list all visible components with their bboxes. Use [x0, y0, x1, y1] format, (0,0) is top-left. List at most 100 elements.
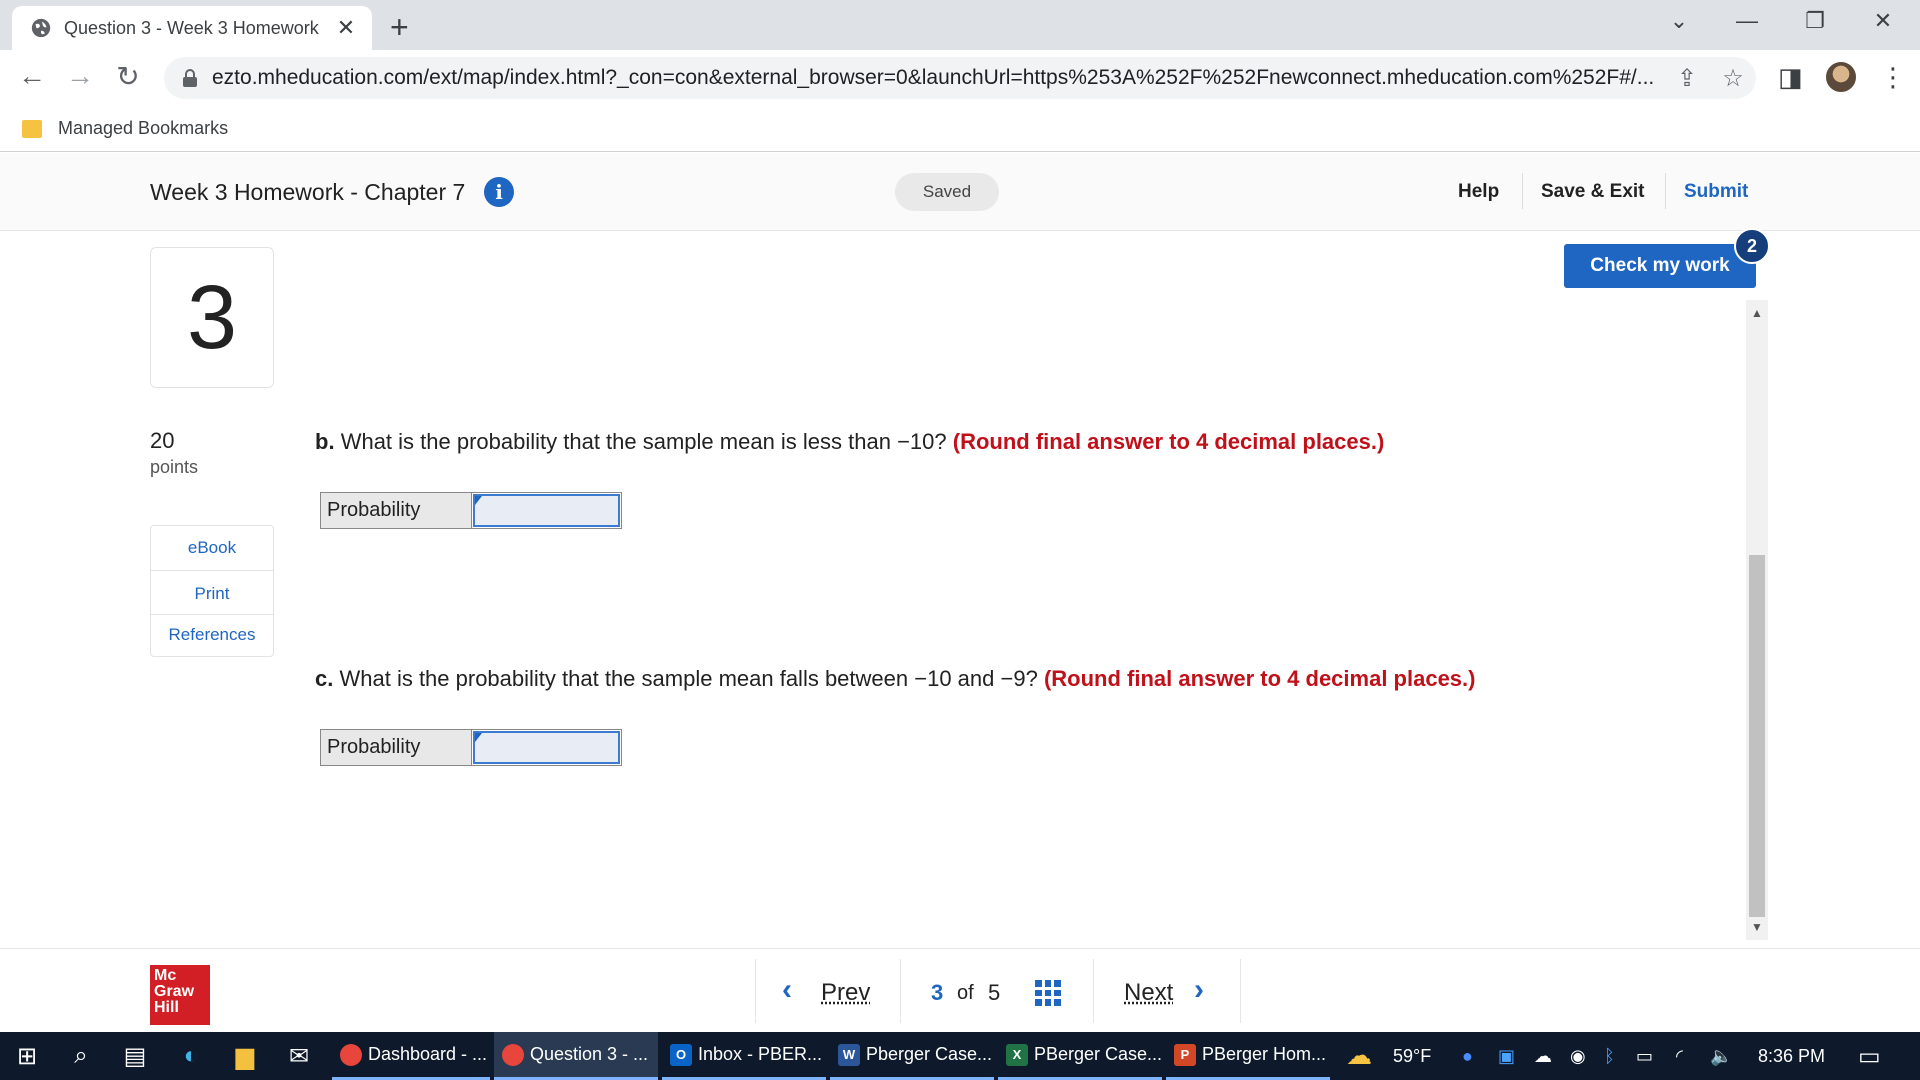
close-window-icon[interactable]: ✕: [1858, 8, 1908, 34]
logo-line: Hill: [154, 999, 179, 1016]
answer-label: Probability: [321, 493, 472, 528]
rounding-instruction: (Round final answer to 4 decimal places.…: [952, 429, 1385, 454]
ebook-link[interactable]: eBook: [151, 538, 273, 558]
tab-search-icon[interactable]: ⌄: [1654, 8, 1704, 34]
battery-icon[interactable]: ▭: [1636, 1046, 1653, 1067]
resource-links: eBook Print References: [150, 525, 274, 657]
assignment-footer: Mc Graw Hill ‹ Prev 3 of 5 Next ›: [0, 948, 1920, 1032]
saved-status: Saved: [895, 173, 999, 211]
page-of: of: [957, 982, 974, 1004]
grid-icon[interactable]: [1035, 980, 1061, 1006]
minimize-icon[interactable]: —: [1722, 8, 1772, 34]
windows-taskbar: ⊞ ⌕ ▤ ◐ ▆ ✉ Dashboard - ... Question 3 -…: [0, 1032, 1920, 1080]
edge-icon[interactable]: ◐: [176, 1042, 206, 1070]
chevron-left-icon[interactable]: ‹: [782, 973, 792, 1007]
browser-tab-strip: Question 3 - Week 3 Homework ✕ + ⌄ — ❐ ✕: [0, 0, 1920, 50]
taskbar-label: Inbox - PBER...: [698, 1044, 823, 1064]
share-icon[interactable]: ⇪: [1664, 64, 1710, 93]
scroll-up-icon[interactable]: ▲: [1749, 306, 1765, 320]
chevron-right-icon[interactable]: ›: [1194, 973, 1204, 1007]
more-vert-icon[interactable]: ⋮: [1880, 62, 1906, 93]
part-letter: b.: [315, 429, 335, 454]
weather-icon[interactable]: ☁: [1346, 1040, 1372, 1071]
address-bar[interactable]: ezto.mheducation.com/ext/map/index.html?…: [164, 57, 1756, 99]
bluetooth-icon[interactable]: ᛒ: [1604, 1046, 1615, 1067]
clock[interactable]: 8:36 PM: [1758, 1046, 1825, 1067]
marker-icon: [475, 733, 482, 742]
chrome-icon: [502, 1043, 524, 1066]
folder-icon: [22, 119, 42, 138]
taskbar-item-excel[interactable]: X PBerger Case...: [998, 1032, 1162, 1080]
taskbar-item-inbox[interactable]: O Inbox - PBER...: [662, 1032, 826, 1080]
chrome-icon: [340, 1043, 362, 1066]
part-text: What is the probability that the sample …: [339, 666, 1038, 691]
logo-line: Mc: [154, 967, 177, 984]
zoom-icon[interactable]: ●: [1462, 1046, 1473, 1067]
probability-input-c[interactable]: [473, 731, 620, 764]
part-letter: c.: [315, 666, 334, 691]
notifications-icon[interactable]: ▭: [1858, 1042, 1881, 1071]
task-view-icon[interactable]: ▤: [120, 1042, 150, 1071]
info-icon[interactable]: i: [484, 177, 514, 207]
save-exit-link[interactable]: Save & Exit: [1541, 181, 1645, 203]
taskbar-item-word[interactable]: W Pberger Case...: [830, 1032, 994, 1080]
file-explorer-icon[interactable]: ▆: [230, 1042, 260, 1071]
taskbar-item-dashboard[interactable]: Dashboard - ...: [332, 1032, 490, 1080]
wifi-icon[interactable]: ◜: [1676, 1046, 1683, 1067]
answer-row-c: Probability: [320, 729, 622, 766]
references-link[interactable]: References: [151, 625, 273, 645]
check-my-work-button[interactable]: Check my work: [1564, 244, 1756, 288]
restore-icon[interactable]: ❐: [1790, 8, 1840, 34]
reload-icon[interactable]: ↻: [110, 60, 146, 93]
taskbar-label: PBerger Case...: [1033, 1044, 1162, 1064]
globe-icon: [31, 18, 51, 38]
vpn-icon[interactable]: ◉: [1570, 1046, 1586, 1067]
browser-tab[interactable]: Question 3 - Week 3 Homework ✕: [12, 6, 372, 50]
rounding-instruction: (Round final answer to 4 decimal places.…: [1043, 666, 1476, 691]
scrollbar-thumb[interactable]: [1749, 555, 1765, 917]
volume-icon[interactable]: 🔈: [1710, 1046, 1732, 1067]
taskbar-label: Question 3 - ...: [530, 1044, 649, 1064]
question-part-c: c. What is the probability that the samp…: [315, 666, 1475, 692]
profile-avatar[interactable]: [1824, 60, 1858, 94]
new-tab-button[interactable]: +: [390, 9, 409, 46]
divider: [755, 959, 756, 1023]
taskbar-item-question[interactable]: Question 3 - ...: [494, 1032, 658, 1080]
sidepanel-icon[interactable]: ◨: [1778, 62, 1803, 93]
back-icon[interactable]: ←: [14, 60, 50, 92]
bookmarks-bar: Managed Bookmarks: [0, 106, 1920, 152]
powerpoint-icon: P: [1174, 1043, 1196, 1066]
managed-bookmarks[interactable]: Managed Bookmarks: [58, 118, 228, 139]
weather-temp[interactable]: 59°F: [1393, 1046, 1431, 1067]
search-icon[interactable]: ⌕: [66, 1042, 96, 1070]
help-link[interactable]: Help: [1458, 181, 1499, 203]
assignment-title: Week 3 Homework - Chapter 7: [150, 179, 466, 205]
divider: [1093, 959, 1094, 1023]
next-button[interactable]: Next: [1124, 979, 1173, 1007]
taskbar-label: PBerger Hom...: [1202, 1044, 1327, 1064]
divider: [151, 614, 273, 615]
lock-icon: [183, 69, 197, 87]
attempts-badge: 2: [1734, 228, 1770, 264]
mail-icon[interactable]: ✉: [284, 1042, 314, 1071]
logo-line: Graw: [154, 983, 195, 1000]
part-text: What is the probability that the sample …: [340, 429, 947, 454]
probability-input-b[interactable]: [473, 494, 620, 527]
onedrive-icon[interactable]: ☁: [1534, 1046, 1552, 1067]
points-value: 20: [150, 428, 175, 453]
close-tab-icon[interactable]: ✕: [332, 15, 360, 41]
forward-icon[interactable]: →: [62, 60, 98, 92]
taskbar-item-powerpoint[interactable]: P PBerger Hom...: [1166, 1032, 1330, 1080]
question-number: 3: [150, 247, 274, 388]
marker-icon: [475, 496, 482, 505]
prev-button[interactable]: Prev: [821, 979, 870, 1007]
scroll-down-icon[interactable]: ▼: [1749, 920, 1765, 934]
star-icon[interactable]: ☆: [1710, 64, 1756, 93]
submit-link[interactable]: Submit: [1684, 181, 1748, 203]
print-link[interactable]: Print: [151, 584, 273, 604]
windows-start-icon[interactable]: ⊞: [12, 1042, 42, 1071]
tab-title: Question 3 - Week 3 Homework: [64, 17, 319, 38]
taskbar-label: Pberger Case...: [866, 1044, 993, 1064]
outlook-tray-icon[interactable]: ▣: [1498, 1046, 1515, 1067]
word-icon: W: [838, 1043, 860, 1066]
